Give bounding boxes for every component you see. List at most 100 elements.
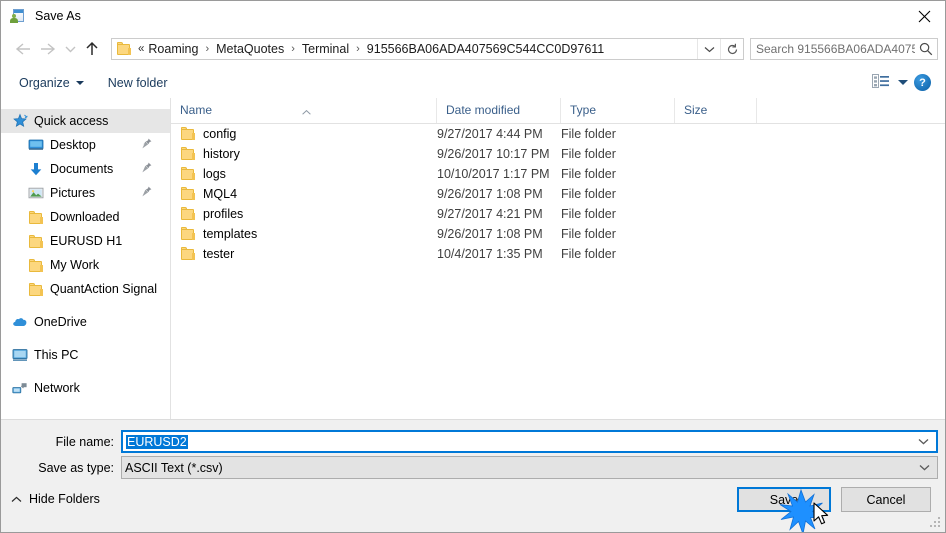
file-name-label: history [203, 147, 240, 161]
breadcrumb-item-roaming[interactable]: Roaming [146, 41, 200, 57]
recent-locations-chevron-icon[interactable] [61, 36, 79, 62]
breadcrumb-item-terminal[interactable]: Terminal [300, 41, 351, 57]
file-name-cell[interactable]: config [171, 127, 437, 141]
table-row[interactable]: profiles 9/27/2017 4:21 PM File folder [171, 204, 945, 224]
save-button[interactable]: Save [737, 487, 831, 512]
chevron-down-icon[interactable] [911, 464, 937, 471]
file-name-cell[interactable]: history [171, 147, 437, 161]
file-name-row: File name: EURUSD2 [1, 430, 945, 453]
chevron-down-icon[interactable] [697, 39, 720, 59]
sidebar-item-eurusd-h1[interactable]: EURUSD H1 [1, 229, 170, 253]
sidebar-item-label: Downloaded [50, 210, 120, 224]
view-layout-icon [872, 73, 890, 92]
file-name-cell[interactable]: profiles [171, 207, 437, 221]
file-name-cell[interactable]: templates [171, 227, 437, 241]
sidebar-item-pictures[interactable]: Pictures [1, 181, 170, 205]
forward-arrow-icon[interactable] [35, 36, 61, 62]
sidebar-item-desktop[interactable]: Desktop [1, 133, 170, 157]
save-as-type-value: ASCII Text (*.csv) [125, 460, 223, 475]
dialog-button-bar: Save Cancel [737, 487, 931, 512]
search-icon[interactable] [915, 42, 937, 56]
file-name-combobox[interactable]: EURUSD2 [121, 430, 938, 453]
sidebar-item-this-pc[interactable]: This PC [1, 343, 170, 367]
folder-icon [28, 234, 44, 249]
save-as-icon [10, 8, 26, 24]
sidebar-item-label: Quick access [34, 114, 109, 128]
table-row[interactable]: templates 9/26/2017 1:08 PM File folder [171, 224, 945, 244]
address-breadcrumb-bar[interactable]: « Roaming › MetaQuotes › Terminal › 9155… [111, 38, 744, 60]
search-input[interactable]: Search 915566BA06ADA40756... [751, 42, 915, 56]
sidebar-item-onedrive[interactable]: OneDrive [1, 310, 170, 334]
file-name-cell[interactable]: logs [171, 167, 437, 181]
folder-icon [180, 187, 196, 201]
table-row[interactable]: tester 10/4/2017 1:35 PM File folder [171, 244, 945, 264]
chevron-down-icon [75, 80, 84, 85]
folder-icon [180, 167, 196, 181]
table-row[interactable]: logs 10/10/2017 1:17 PM File folder [171, 164, 945, 184]
resize-grip[interactable] [929, 516, 943, 530]
file-name-input[interactable]: EURUSD2 [123, 434, 910, 449]
help-label: ? [919, 76, 926, 89]
breadcrumb-separator[interactable]: › [351, 43, 365, 55]
pin-icon[interactable] [142, 162, 152, 176]
table-row[interactable]: config 9/27/2017 4:44 PM File folder [171, 124, 945, 144]
chevron-down-icon[interactable] [910, 438, 936, 445]
file-date-cell: 9/27/2017 4:21 PM [437, 207, 543, 221]
column-header-size[interactable]: Size [675, 98, 757, 123]
save-as-dialog: Save As « Roaming › MetaQuotes › Termina… [0, 0, 946, 533]
file-name-cell[interactable]: MQL4 [171, 187, 437, 201]
up-arrow-icon[interactable] [79, 36, 105, 62]
breadcrumb-item-metaquotes[interactable]: MetaQuotes [214, 41, 286, 57]
title-bar: Save As [1, 1, 945, 31]
new-folder-button[interactable]: New folder [102, 73, 174, 93]
file-type-cell: File folder [561, 187, 616, 201]
back-arrow-icon[interactable] [9, 36, 35, 62]
folder-icon [28, 258, 44, 273]
table-row[interactable]: MQL4 9/26/2017 1:08 PM File folder [171, 184, 945, 204]
sidebar-item-quantaction-signal[interactable]: QuantAction Signal [1, 277, 170, 301]
pictures-image-icon [28, 185, 44, 201]
file-type-cell: File folder [561, 247, 616, 261]
view-layout-button[interactable] [872, 73, 908, 92]
folder-icon [180, 147, 196, 161]
command-toolbar: Organize New folder ? [1, 67, 945, 99]
onedrive-cloud-icon [12, 314, 28, 330]
sidebar-item-documents[interactable]: Documents [1, 157, 170, 181]
table-row[interactable]: history 9/26/2017 10:17 PM File folder [171, 144, 945, 164]
sidebar-item-network[interactable]: Network [1, 376, 170, 400]
breadcrumb-separator[interactable]: › [286, 43, 300, 55]
close-icon[interactable] [901, 1, 945, 31]
sidebar-item-my-work[interactable]: My Work [1, 253, 170, 277]
save-form-pane: File name: EURUSD2 Save as type: ASCII T… [1, 419, 945, 532]
sidebar-item-label: Documents [50, 162, 114, 176]
column-header-row: Name Date modified Type Size [171, 98, 945, 124]
sidebar-item-quick-access[interactable]: Quick access [1, 109, 170, 133]
breadcrumb-overflow[interactable]: « [135, 43, 146, 55]
pin-icon[interactable] [142, 138, 152, 152]
file-name-label: File name: [55, 434, 114, 449]
file-name-label: MQL4 [203, 187, 238, 201]
file-type-cell: File folder [561, 227, 616, 241]
pin-icon[interactable] [142, 186, 152, 200]
folder-icon [28, 210, 44, 225]
navigation-sidebar[interactable]: Quick access Desktop Documents Pictures … [1, 98, 171, 419]
this-pc-icon [12, 347, 28, 363]
hide-folders-button[interactable]: Hide Folders [11, 492, 100, 506]
help-button[interactable]: ? [914, 74, 931, 91]
column-header-name[interactable]: Name [171, 98, 437, 123]
cancel-button[interactable]: Cancel [841, 487, 931, 512]
sidebar-item-downloaded[interactable]: Downloaded [1, 205, 170, 229]
organize-button[interactable]: Organize [13, 73, 90, 93]
sidebar-item-label: EURUSD H1 [50, 234, 123, 248]
column-header-date-modified[interactable]: Date modified [437, 98, 561, 123]
save-as-type-combobox[interactable]: ASCII Text (*.csv) [121, 456, 938, 479]
breadcrumb-item-terminal-id[interactable]: 915566BA06ADA407569C544CC0D97611 [365, 41, 606, 57]
column-header-type[interactable]: Type [561, 98, 675, 123]
file-name-cell[interactable]: tester [171, 247, 437, 261]
file-type-cell: File folder [561, 167, 616, 181]
save-as-type-label: Save as type: [38, 460, 114, 475]
search-box[interactable]: Search 915566BA06ADA40756... [750, 38, 938, 60]
breadcrumb-separator[interactable]: › [200, 43, 214, 55]
refresh-icon[interactable] [720, 39, 743, 59]
